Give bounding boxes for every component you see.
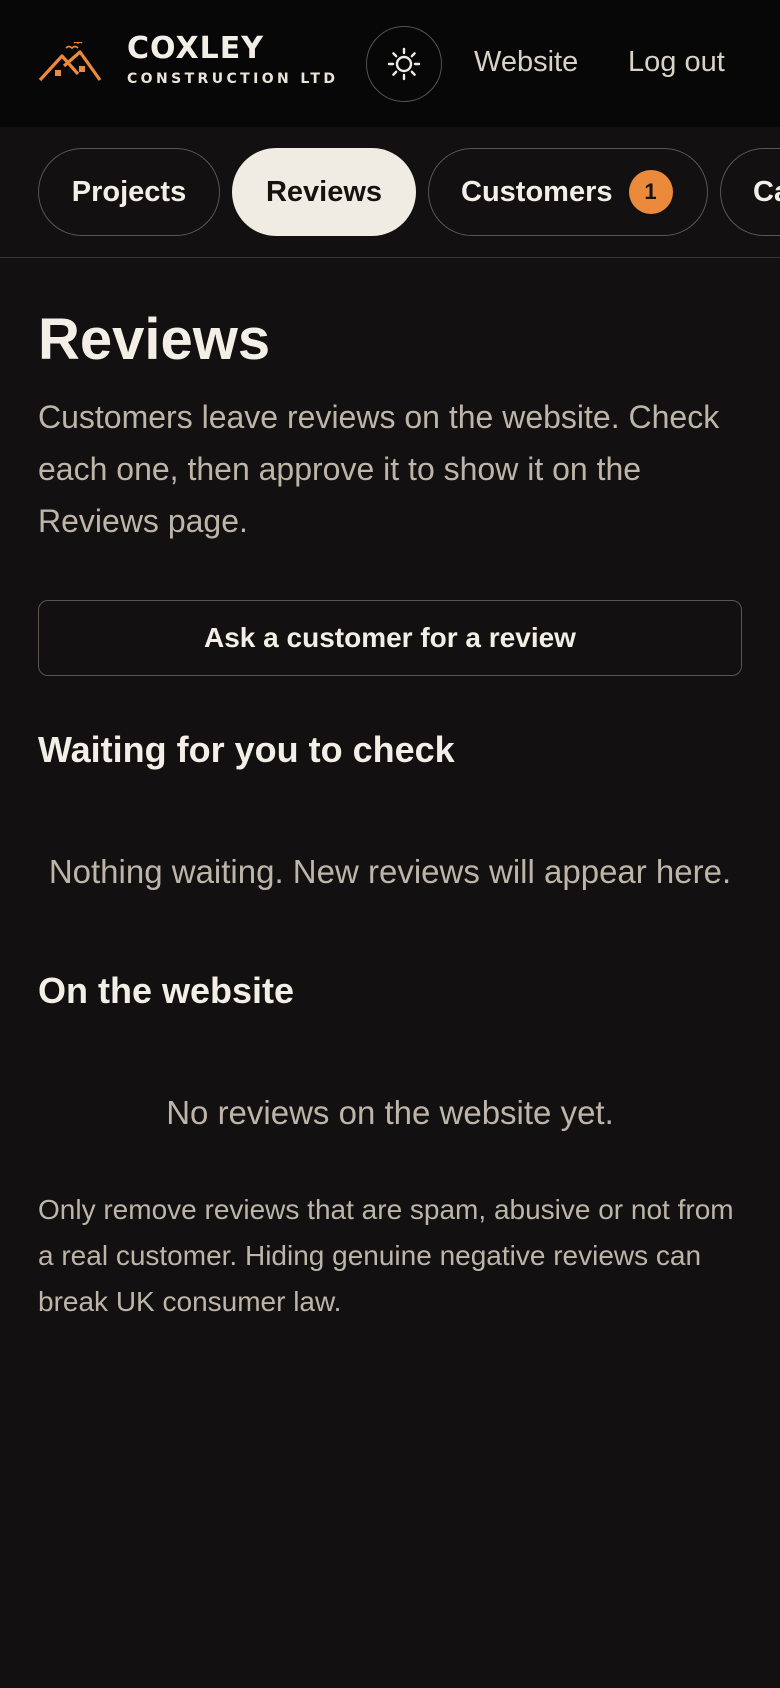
notification-badge: 1 <box>628 170 673 214</box>
waiting-empty-message: Nothing waiting. New reviews will appear… <box>48 853 732 890</box>
logout-link[interactable]: Log out <box>628 46 725 79</box>
website-empty-message: No reviews on the website yet. <box>166 1094 614 1131</box>
brand-name: COXLEY <box>127 31 264 66</box>
website-section-heading: On the website <box>38 970 295 1011</box>
ask-for-review-button[interactable]: Ask a customer for a review <box>38 600 742 676</box>
tab-projects[interactable]: Projects <box>38 148 220 236</box>
sun-icon <box>387 47 421 81</box>
legal-note: Only remove reviews that are spam, abusi… <box>38 1194 734 1317</box>
waiting-section-heading: Waiting for you to check <box>38 729 455 770</box>
tab-label: Reviews <box>265 175 383 208</box>
tab-reviews[interactable]: Reviews <box>232 148 416 236</box>
house-roofs-logo-icon[interactable] <box>38 41 102 86</box>
page-title: Reviews <box>38 307 271 372</box>
tab-label: Ca <box>753 175 780 208</box>
theme-toggle-button[interactable] <box>366 26 442 102</box>
tab-overflow[interactable]: Ca <box>720 148 780 236</box>
section-tabs: Projects Reviews Customers 1 Ca <box>0 127 780 258</box>
tab-label: Projects <box>71 175 187 208</box>
tab-customers[interactable]: Customers 1 <box>428 148 708 236</box>
tab-label: Customers <box>461 175 613 208</box>
page-intro: Customers leave reviews on the website. … <box>38 399 720 539</box>
top-bar: COXLEY CONSTRUCTION LTD Website Log out <box>0 0 780 127</box>
brand-subtitle: CONSTRUCTION LTD <box>127 71 339 87</box>
website-link[interactable]: Website <box>474 46 578 79</box>
